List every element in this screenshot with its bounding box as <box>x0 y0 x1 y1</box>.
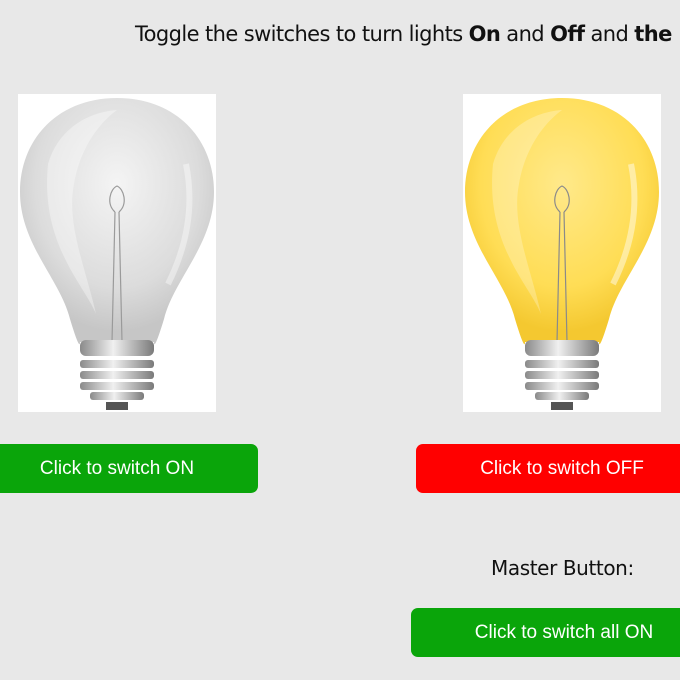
instructions-text: Toggle the switches to turn lights On an… <box>135 22 680 46</box>
switch-off-button[interactable]: Click to switch OFF <box>416 444 680 493</box>
instructions-prefix: Toggle the switches to turn lights <box>135 22 469 46</box>
lightbulb-off-icon <box>20 98 214 410</box>
bulb-image-on <box>463 94 661 412</box>
lightbulb-on-icon <box>465 98 659 410</box>
instructions-on-word: On <box>468 22 501 46</box>
switch-on-button[interactable]: Click to switch ON <box>0 444 258 493</box>
bulb-image-off <box>18 94 216 412</box>
master-button-label: Master Button: <box>491 556 634 580</box>
instructions-off-word: Off <box>550 22 585 46</box>
instructions-middle: and <box>500 22 551 46</box>
instructions-middle-2: and <box>584 22 635 46</box>
master-switch-all-on-button[interactable]: Click to switch all ON <box>411 608 680 657</box>
page: Toggle the switches to turn lights On an… <box>0 0 680 680</box>
instructions-tail: the m <box>634 22 680 46</box>
